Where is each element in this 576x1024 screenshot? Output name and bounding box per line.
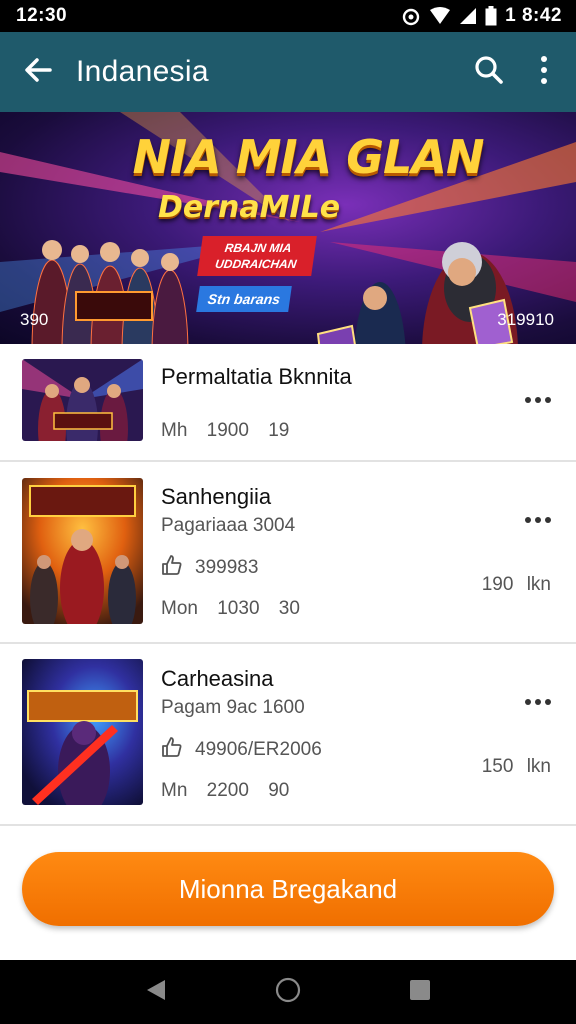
- thumbnail-image: [22, 359, 143, 441]
- list-item[interactable]: Permaltatia Bknnita Mh 1900 19: [0, 344, 576, 462]
- signal-icon: [459, 7, 477, 25]
- item-meta: Mh 1900 19: [161, 420, 290, 441]
- status-time: 12:30: [16, 5, 68, 26]
- nav-home-button[interactable]: [268, 972, 308, 1012]
- item-more-button[interactable]: [522, 508, 554, 532]
- more-horizontal-icon: [524, 693, 552, 711]
- item-right-stat: 150 lkn: [481, 756, 551, 777]
- banner-left-number: 390: [20, 310, 49, 329]
- banner-subtitle: DernaMILe: [158, 190, 341, 225]
- banner-blue-tag[interactable]: Stn barans: [196, 286, 292, 312]
- item-more-button[interactable]: [522, 690, 554, 714]
- item-title: Carheasina: [161, 666, 274, 691]
- banner-red-tag: RBAJN MIA UDDRAICHAN: [197, 236, 317, 276]
- status-bar: 12:30 1 8:42: [0, 0, 576, 32]
- item-likes: 49906/ER2006: [161, 736, 322, 764]
- nav-back-icon: [145, 978, 167, 1007]
- back-button[interactable]: [0, 32, 76, 112]
- nav-recents-icon: [409, 979, 431, 1006]
- item-likes-count: 399983: [195, 557, 259, 578]
- item-meta: Mn 2200 90: [161, 780, 290, 801]
- status-icons: 1 8:42: [401, 5, 562, 27]
- alarm-icon: [401, 6, 421, 26]
- item-title: Sanhengiia: [161, 484, 272, 509]
- item-likes-count: 49906/ER2006: [195, 739, 322, 760]
- nav-recents-button[interactable]: [400, 972, 440, 1012]
- thumbnail-image: [22, 659, 143, 805]
- search-button[interactable]: [462, 32, 516, 112]
- banner-right-number: 319910: [497, 310, 554, 329]
- item-title: Permaltatia Bknnita: [161, 364, 352, 389]
- thumbs-up-icon: [161, 736, 183, 764]
- battery-icon: [485, 6, 497, 26]
- more-button[interactable]: [516, 32, 572, 112]
- primary-action-button[interactable]: Mionna Bregakand: [22, 852, 554, 926]
- item-meta: Mon 1030 30: [161, 598, 300, 619]
- more-horizontal-icon: [524, 391, 552, 409]
- wifi-icon: [429, 7, 451, 25]
- item-subtitle: Pagariaaa 3004: [161, 515, 296, 536]
- list-item[interactable]: Carheasina Pagam 9ac 1600 49906/ER2006 1…: [0, 644, 576, 826]
- thumbs-up-icon: [161, 554, 183, 582]
- item-subtitle: Pagam 9ac 1600: [161, 697, 305, 718]
- promo-banner[interactable]: NIA MIA GLAN DernaMILe RBAJN MIA UDDRAIC…: [0, 112, 576, 344]
- arrow-left-icon: [22, 54, 54, 91]
- banner-title: NIA MIA GLAN: [132, 130, 485, 184]
- page-title: Indanesia: [76, 55, 209, 88]
- status-time-right: 1 8:42: [505, 5, 562, 26]
- item-more-button[interactable]: [522, 388, 554, 412]
- app-bar: Indanesia: [0, 32, 576, 112]
- nav-home-icon: [275, 977, 301, 1008]
- more-vertical-icon: [540, 55, 548, 90]
- thumbnail-image: [22, 478, 143, 624]
- more-horizontal-icon: [524, 511, 552, 529]
- item-likes: 399983: [161, 554, 258, 582]
- item-right-stat: 190 lkn: [481, 574, 551, 595]
- list-item[interactable]: Sanhengiia Pagariaaa 3004 399983 190 lkn…: [0, 462, 576, 644]
- nav-back-button[interactable]: [136, 972, 176, 1012]
- system-nav-bar: [0, 960, 576, 1024]
- search-icon: [474, 55, 504, 90]
